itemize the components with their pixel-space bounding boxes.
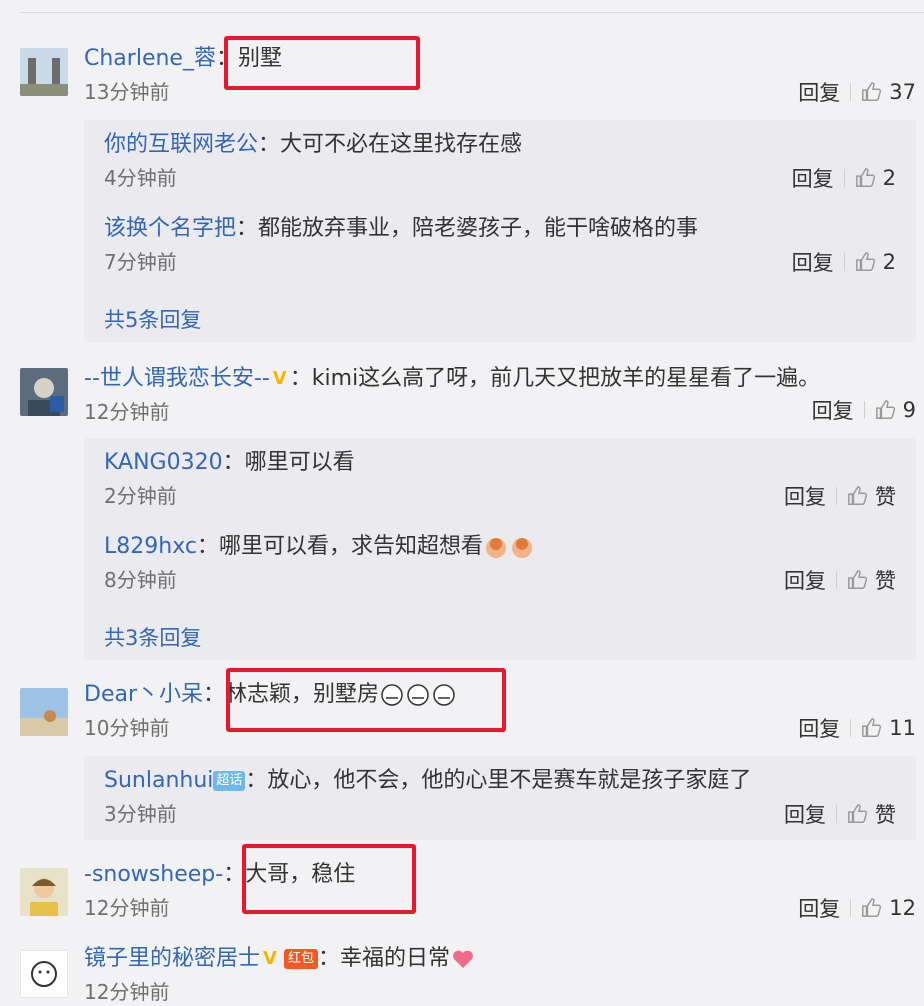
highlight-box (226, 668, 506, 732)
thumbs-up-icon[interactable] (875, 399, 897, 421)
reply-actions: 回复 2 (792, 248, 896, 276)
reply-button[interactable]: 回复 (798, 893, 840, 923)
avatar[interactable] (20, 868, 68, 916)
comment-text: 幸福的日常 (340, 946, 451, 971)
reply-time: 8分钟前 (104, 568, 177, 592)
reply-text: 哪里可以看 (244, 450, 355, 475)
divider (850, 83, 852, 101)
more-replies-link[interactable]: 共5条回复 (104, 304, 201, 334)
username[interactable]: L829hxc (104, 534, 197, 559)
more-replies-link[interactable]: 共3条回复 (104, 622, 201, 652)
username[interactable]: 该换个名字把 (104, 216, 236, 241)
comment-actions: 回复 12 (798, 894, 916, 922)
comment-time: 12分钟前 (84, 400, 170, 424)
like-label[interactable]: 赞 (875, 799, 896, 829)
verified-v-icon: V (263, 948, 277, 969)
reply-box: 你的互联网老公：大可不必在这里找存在感 4分钟前 回复 2 该换个名字把：都能放… (84, 120, 916, 342)
comment-time: 13分钟前 (84, 80, 170, 104)
like-count: 37 (889, 80, 916, 104)
reply-button[interactable]: 回复 (798, 713, 840, 743)
like-count: 9 (902, 398, 916, 422)
reply-header: L829hxc：哪里可以看，求告知超想看 (104, 532, 916, 562)
reply-header: 该换个名字把：都能放弃事业，陪老婆孩子，能干啥破格的事 (104, 216, 699, 241)
username[interactable]: 镜子里的秘密居士 (84, 946, 260, 971)
heart-emoji-icon (453, 950, 473, 968)
like-count: 2 (882, 250, 896, 274)
thumbs-up-icon[interactable] (855, 251, 877, 273)
verified-v-icon: V (272, 368, 287, 389)
reply-button[interactable]: 回复 (784, 799, 826, 829)
red-packet-badge: 红包 (284, 949, 319, 969)
thumbs-up-icon[interactable] (847, 803, 869, 825)
comment-header: 镜子里的秘密居士 V 红包 ：幸福的日常 (84, 944, 476, 974)
reply: KANG0320：哪里可以看 2分钟前 回复 赞 (104, 448, 916, 509)
reply-text: 放心，他不会，他的心里不是赛车就是孩子家庭了 (267, 768, 752, 793)
reply-time: 4分钟前 (104, 166, 177, 190)
reply: L829hxc：哪里可以看，求告知超想看 8分钟前 回复 赞 (104, 532, 916, 593)
reply-time: 3分钟前 (104, 802, 177, 826)
top-divider (20, 12, 924, 13)
reply-text: 大可不必在这里找存在感 (280, 132, 523, 157)
username[interactable]: Dear丶小呆 (84, 682, 203, 707)
reply-actions: 回复 赞 (784, 566, 896, 594)
reply-box: KANG0320：哪里可以看 2分钟前 回复 赞 L829hxc：哪里可以看，求… (84, 438, 916, 660)
like-label[interactable]: 赞 (875, 481, 896, 511)
comment-header: --世人谓我恋长安-- V ：kimi这么高了呀，前几天又把放羊的星星看了一遍。 (84, 366, 821, 391)
thumbs-up-icon[interactable] (861, 81, 883, 103)
fan-tag-badge: 超话 (213, 771, 246, 791)
reply-box: Sunlanhui 超话 ：放心，他不会，他的心里不是赛车就是孩子家庭了 3分钟前 … (84, 756, 916, 840)
reply: Sunlanhui 超话 ：放心，他不会，他的心里不是赛车就是孩子家庭了 3分钟前 … (104, 766, 916, 827)
reply-button[interactable]: 回复 (792, 247, 834, 277)
reply-actions: 回复 2 (792, 164, 896, 192)
thumbs-up-icon[interactable] (847, 569, 869, 591)
username[interactable]: KANG0320 (104, 450, 223, 475)
comment-actions: 回复 9 (812, 396, 916, 424)
reply-button[interactable]: 回复 (798, 77, 840, 107)
username[interactable]: --世人谓我恋长安-- (84, 366, 270, 391)
reply-header: 你的互联网老公：大可不必在这里找存在感 (104, 132, 523, 157)
comment-time: 12分钟前 (84, 980, 170, 1004)
thumbs-up-icon[interactable] (861, 717, 883, 739)
emoji-icon (485, 538, 506, 558)
reply-time: 7分钟前 (104, 250, 177, 274)
avatar[interactable] (20, 950, 68, 998)
username[interactable]: -snowsheep- (84, 862, 223, 887)
reply-time: 2分钟前 (104, 484, 177, 508)
reply-actions: 回复 赞 (784, 482, 896, 510)
comment-time: 10分钟前 (84, 716, 170, 740)
username[interactable]: 你的互联网老公 (104, 132, 258, 157)
avatar[interactable] (20, 688, 68, 736)
highlight-box (224, 36, 420, 90)
like-count: 12 (889, 896, 916, 920)
like-count: 11 (889, 716, 916, 740)
highlight-box (242, 844, 416, 914)
avatar[interactable] (20, 48, 68, 96)
reply-actions: 回复 赞 (784, 800, 896, 828)
comment-text: kimi这么高了呀，前几天又把放羊的星星看了一遍。 (311, 366, 821, 391)
like-label[interactable]: 赞 (875, 565, 896, 595)
comment-actions: 回复 11 (798, 714, 916, 742)
like-count: 2 (882, 166, 896, 190)
emoji-icon (511, 538, 532, 558)
comment-time: 12分钟前 (84, 896, 170, 920)
reply-text: 哪里可以看，求告知超想看 (218, 534, 483, 559)
reply-button[interactable]: 回复 (784, 481, 826, 511)
comment-actions: 回复 37 (798, 78, 916, 106)
username[interactable]: Sunlanhui (104, 768, 213, 793)
reply-button[interactable]: 回复 (784, 565, 826, 595)
thumbs-up-icon[interactable] (861, 897, 883, 919)
reply-button[interactable]: 回复 (792, 163, 834, 193)
avatar[interactable] (20, 368, 68, 416)
thumbs-up-icon[interactable] (855, 167, 877, 189)
reply: 该换个名字把：都能放弃事业，陪老婆孩子，能干啥破格的事 7分钟前 回复 2 (104, 214, 916, 275)
reply: 你的互联网老公：大可不必在这里找存在感 4分钟前 回复 2 (104, 130, 916, 191)
reply-header: Sunlanhui 超话 ：放心，他不会，他的心里不是赛车就是孩子家庭了 (104, 768, 752, 793)
thumbs-up-icon[interactable] (847, 485, 869, 507)
reply-header: KANG0320：哪里可以看 (104, 450, 355, 475)
reply-text: 都能放弃事业，陪老婆孩子，能干啥破格的事 (258, 216, 699, 241)
reply-button[interactable]: 回复 (812, 395, 854, 425)
username[interactable]: Charlene_蓉 (84, 46, 216, 71)
